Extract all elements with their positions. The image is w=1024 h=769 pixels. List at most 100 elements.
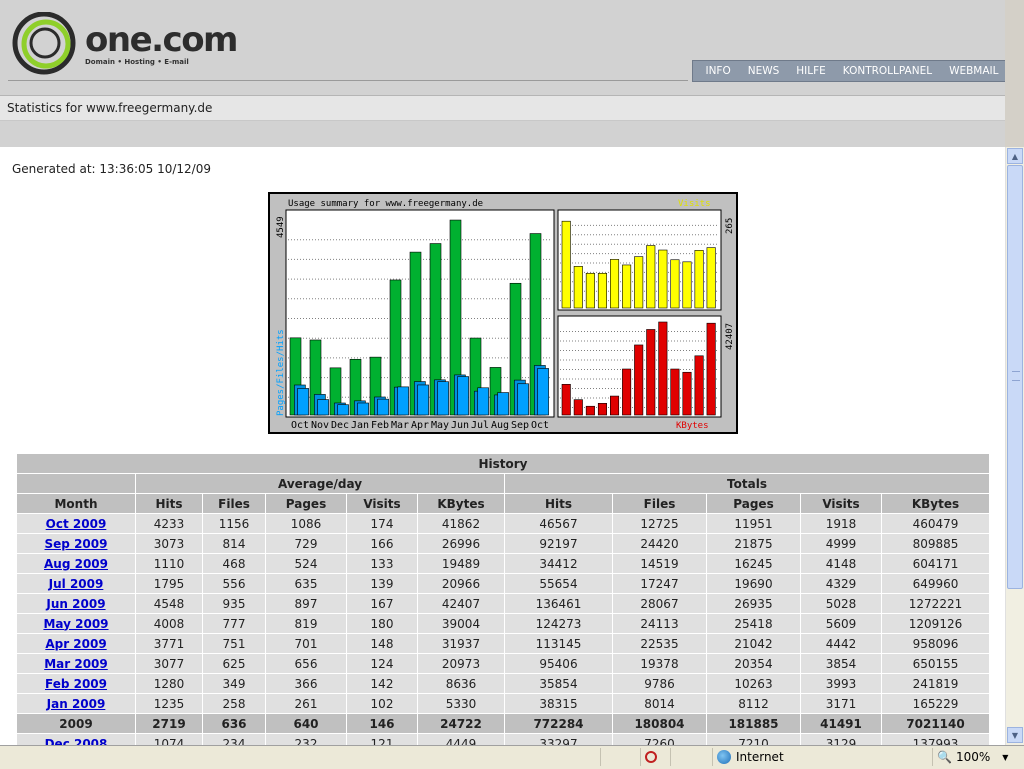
visits-bar [658,249,668,309]
scroll-up-button[interactable]: ▲ [1007,148,1023,164]
value-cell: 640 [266,714,346,733]
table-row: Jan 2009 1235 258 261 102 5330 38315 8014 8112 31… [17,694,990,713]
zoom-control[interactable]: 🔍 100% ▼ [932,748,1022,766]
month-link[interactable]: Dec 2008 [45,737,108,746]
table-row: Oct 2009 4233 1156 1086 174 41862 46567 12725 11… [17,514,990,533]
chevron-down-icon: ▼ [1002,752,1009,762]
table-row: Apr 2009 3771 751 701 148 31937 113145 22535 210… [17,634,990,653]
value-cell: 19489 [418,554,504,573]
history-title: History [17,454,990,473]
column-header: Pages [266,494,346,513]
column-header: Files [203,494,265,513]
nav-news[interactable]: NEWS [748,65,780,77]
vertical-scrollbar[interactable]: ▲ ▼ [1005,147,1024,745]
pages-bar [497,392,509,416]
value-cell: 181885 [707,714,800,733]
visits-bar [682,261,692,309]
value-cell: 4548 [136,594,202,613]
nav-hilfe[interactable]: HILFE [796,65,826,77]
month-link[interactable]: Aug 2009 [44,557,108,571]
visits-label: Visits [678,199,711,209]
value-cell: 41862 [418,514,504,533]
pages-bar [457,376,469,416]
month-cell: Feb 2009 [17,674,135,693]
value-cell: 10263 [707,674,800,693]
value-cell: 8636 [418,674,504,693]
value-cell: 165229 [882,694,990,713]
month-link[interactable]: Mar 2009 [44,657,108,671]
visits-bar [706,247,716,309]
month-link[interactable]: Jul 2009 [49,577,104,591]
value-cell: 39004 [418,614,504,633]
value-cell: 4233 [136,514,202,533]
value-cell: 8014 [613,694,706,713]
value-cell: 3171 [801,694,881,713]
zoom-icon: 🔍 [937,750,952,764]
visits-bar [670,259,680,309]
nav-kontrollpanel[interactable]: KONTROLLPANEL [843,65,932,77]
value-cell: 4449 [418,734,504,745]
month-link[interactable]: Oct 2009 [46,517,107,531]
value-cell: 46567 [505,514,612,533]
kbytes-label: KBytes [676,421,709,431]
nav-info[interactable]: INFO [705,65,730,77]
value-cell: 1280 [136,674,202,693]
value-cell: 19690 [707,574,800,593]
security-zone[interactable]: Internet [712,748,930,766]
table-row: Sep 2009 3073 814 729 166 26996 92197 24420 2187… [17,534,990,553]
kbytes-bar [646,329,656,416]
value-cell: 16245 [707,554,800,573]
value-cell: 34412 [505,554,612,573]
privacy-cell[interactable] [640,748,670,766]
value-cell: 35854 [505,674,612,693]
month-link[interactable]: Jan 2009 [47,697,106,711]
value-cell: 14519 [613,554,706,573]
scroll-down-button[interactable]: ▼ [1007,727,1023,743]
value-cell: 5609 [801,614,881,633]
kbytes-bar [573,399,583,416]
month-tick-label: Feb [371,420,389,431]
month-link[interactable]: Sep 2009 [45,537,108,551]
value-cell: 729 [266,534,346,553]
month-link[interactable]: Feb 2009 [45,677,107,691]
table-row: Feb 2009 1280 349 366 142 8636 35854 9786 10263 3… [17,674,990,693]
month-link[interactable]: Jun 2009 [46,597,105,611]
visits-bar [597,272,607,309]
header-divider [8,80,688,81]
value-cell: 1272221 [882,594,990,613]
pages-bar [297,388,309,416]
logo-wordmark: one.com [85,20,238,60]
value-cell: 180804 [613,714,706,733]
value-cell: 22535 [613,634,706,653]
value-cell: 650155 [882,654,990,673]
pages-bar [377,398,389,416]
value-cell: 166 [347,534,417,553]
value-cell: 121 [347,734,417,745]
one-com-logo[interactable]: one.com Domain • Hosting • E-mail [12,11,252,76]
value-cell: 261 [266,694,346,713]
month-link[interactable]: May 2009 [43,617,108,631]
visits-bar [694,250,704,309]
month-cell: Apr 2009 [17,634,135,653]
column-header: Pages [707,494,800,513]
month-cell: Aug 2009 [17,554,135,573]
month-tick-label: Jul [471,420,489,431]
value-cell: 2719 [136,714,202,733]
value-cell: 42407 [418,594,504,613]
month-tick-label: Apr [411,420,429,431]
browser-status-bar: Internet 🔍 100% ▼ [0,745,1024,769]
nav-webmail[interactable]: WEBMAIL [949,65,998,77]
month-tick-label: Oct [291,420,309,431]
month-tick-label: Nov [311,420,329,431]
table-row: Dec 2008 1074 234 232 121 4449 33297 7260 7210 31… [17,734,990,746]
month-tick-label: Mar [391,420,409,431]
value-cell: 148 [347,634,417,653]
value-cell: 12725 [613,514,706,533]
scroll-thumb[interactable] [1007,165,1023,589]
month-link[interactable]: Apr 2009 [45,637,106,651]
value-cell: 1074 [136,734,202,745]
zoom-level: 100% [955,750,991,764]
history-blank-header [17,474,135,493]
value-cell: 9786 [613,674,706,693]
value-cell: 701 [266,634,346,653]
